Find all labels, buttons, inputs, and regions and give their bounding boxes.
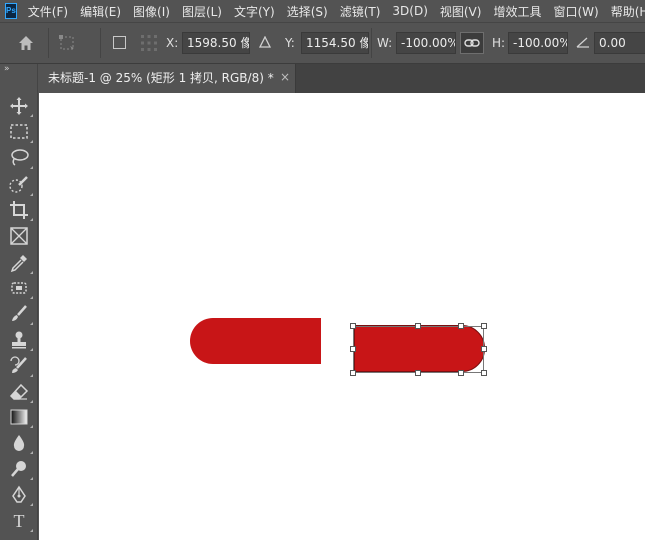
reference-point-checkbox[interactable] <box>113 36 126 49</box>
menu-window[interactable]: 窗口(W) <box>553 3 598 20</box>
close-tab-icon[interactable]: × <box>280 70 290 84</box>
dodge-icon <box>11 461 26 477</box>
healing-brush-tool[interactable] <box>8 277 33 299</box>
crop-icon <box>10 201 28 219</box>
history-brush-tool[interactable] <box>8 355 33 377</box>
bandage-icon <box>11 282 27 294</box>
clone-stamp-tool[interactable] <box>8 329 33 351</box>
separator <box>100 28 101 58</box>
eyedropper-icon <box>10 255 27 273</box>
eyedropper-tool[interactable] <box>8 252 33 274</box>
link-proportions-button[interactable] <box>460 32 484 54</box>
x-label: X: <box>166 36 179 50</box>
brush-tool[interactable] <box>8 303 33 325</box>
transform-handle[interactable] <box>481 346 487 352</box>
menu-view[interactable]: 视图(V) <box>440 3 482 20</box>
menu-filter[interactable]: 滤镜(T) <box>340 3 381 20</box>
menu-help[interactable]: 帮助(H) <box>611 3 645 20</box>
transform-handle[interactable] <box>350 323 356 329</box>
width-label: W: <box>377 36 393 50</box>
stamp-icon <box>12 331 26 349</box>
lasso-tool[interactable] <box>8 147 33 169</box>
gradient-icon <box>10 409 28 425</box>
menu-bar: Ps 文件(F) 编辑(E) 图像(I) 图层(L) 文字(Y) 选择(S) 滤… <box>0 0 645 22</box>
collapse-toggle[interactable]: » <box>4 64 10 74</box>
blur-tool[interactable] <box>8 432 33 454</box>
brush-icon <box>12 305 27 321</box>
move-icon <box>10 97 28 115</box>
menu-image[interactable]: 图像(I) <box>133 3 170 20</box>
menu-plugins[interactable]: 增效工具 <box>493 3 541 20</box>
transform-handle[interactable] <box>415 370 421 376</box>
history-brush-icon <box>10 356 27 373</box>
home-icon[interactable] <box>17 34 35 52</box>
menu-type[interactable]: 文字(Y) <box>234 3 275 20</box>
drop-icon <box>13 435 25 451</box>
reference-grid-icon[interactable] <box>139 33 159 53</box>
reference-point-icon[interactable] <box>58 34 76 52</box>
rounded-rectangle-shape[interactable] <box>190 318 321 364</box>
height-field[interactable]: -100.00% <box>508 32 568 54</box>
menu-file[interactable]: 文件(F) <box>28 3 68 20</box>
transform-handle[interactable] <box>458 370 464 376</box>
x-field[interactable]: 1598.50 像 <box>182 32 250 54</box>
menu-edit[interactable]: 编辑(E) <box>80 3 121 20</box>
quick-select-icon <box>9 176 28 193</box>
y-label: Y: <box>285 36 295 50</box>
separator <box>371 28 372 58</box>
height-label: H: <box>492 36 506 50</box>
canvas[interactable] <box>39 93 645 540</box>
gradient-tool[interactable] <box>8 406 33 428</box>
type-icon: T <box>13 511 25 531</box>
angle-field[interactable]: 0.00 <box>594 32 645 54</box>
frame-tool[interactable] <box>8 225 30 247</box>
move-tool[interactable] <box>8 95 33 117</box>
transform-handle[interactable] <box>481 323 487 329</box>
lasso-icon <box>11 149 29 166</box>
transform-handle[interactable] <box>458 323 464 329</box>
transform-handle[interactable] <box>350 346 356 352</box>
menu-layer[interactable]: 图层(L) <box>182 3 222 20</box>
eraser-tool[interactable] <box>8 381 33 403</box>
document-tab[interactable]: 未标题-1 @ 25% (矩形 1 拷贝, RGB/8) * <box>38 64 296 93</box>
marquee-tool[interactable] <box>8 121 33 143</box>
type-tool[interactable]: T <box>8 510 33 532</box>
tools-panel: » T <box>0 64 38 540</box>
angle-icon <box>576 37 589 48</box>
photoshop-logo: Ps <box>5 3 17 19</box>
marquee-icon <box>10 124 28 139</box>
eraser-icon <box>9 383 29 400</box>
delta-icon[interactable] <box>259 36 271 48</box>
transform-bounding-box[interactable] <box>353 326 484 373</box>
separator <box>48 28 49 58</box>
y-field[interactable]: 1154.50 像 <box>301 32 369 54</box>
dodge-tool[interactable] <box>8 458 33 480</box>
width-field[interactable]: -100.00% <box>396 32 456 54</box>
frame-icon <box>10 227 28 245</box>
menu-select[interactable]: 选择(S) <box>287 3 328 20</box>
options-bar: X: 1598.50 像 Y: 1154.50 像 W: -100.00% H:… <box>0 22 645 64</box>
transform-handle[interactable] <box>415 323 421 329</box>
document-tab-strip: 未标题-1 @ 25% (矩形 1 拷贝, RGB/8) * <box>38 64 645 93</box>
menu-3d[interactable]: 3D(D) <box>392 4 427 18</box>
pen-tool[interactable] <box>8 484 33 506</box>
pen-icon <box>12 485 26 503</box>
quick-select-tool[interactable] <box>8 174 33 196</box>
link-icon <box>464 39 480 47</box>
transform-handle[interactable] <box>481 370 487 376</box>
crop-tool[interactable] <box>8 199 33 221</box>
transform-handle[interactable] <box>350 370 356 376</box>
